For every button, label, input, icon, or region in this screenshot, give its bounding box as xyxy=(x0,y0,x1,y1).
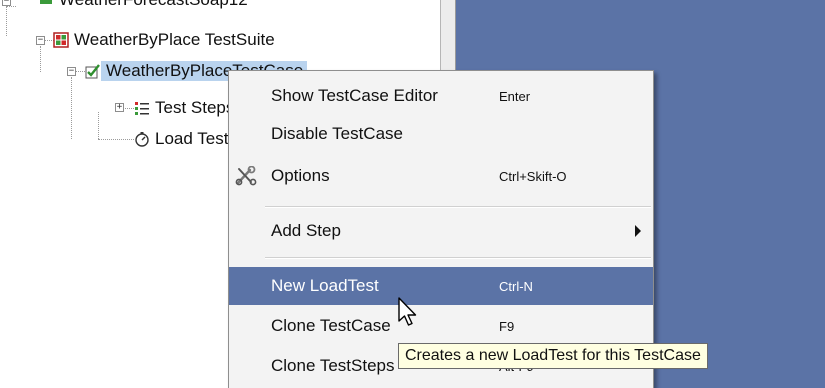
menu-item-show-testcase-editor[interactable]: Show TestCase Editor Enter xyxy=(229,77,653,115)
menu-item-label: Add Step xyxy=(271,221,341,240)
expand-toggle[interactable]: + xyxy=(115,103,124,112)
tree-connector xyxy=(40,46,41,72)
collapse-toggle[interactable]: − xyxy=(67,67,76,76)
menu-item-shortcut: Ctrl+Skift-O xyxy=(499,168,567,184)
scissors-wrench-icon xyxy=(235,165,257,186)
tree-connector xyxy=(98,139,134,140)
screen: − − − + WeatherForecastSoap12 WeatherBy xyxy=(0,0,825,388)
loadtest-icon xyxy=(134,131,150,147)
tree-item-teststeps[interactable]: Test Steps xyxy=(134,96,238,120)
tree-item-interface[interactable]: WeatherForecastSoap12 xyxy=(38,0,252,12)
teststeps-icon xyxy=(134,100,150,116)
menu-item-options[interactable]: Options Ctrl+Skift-O xyxy=(229,157,653,195)
menu-item-shortcut: Enter xyxy=(499,88,531,104)
mouse-cursor-icon xyxy=(398,297,417,326)
menu-separator xyxy=(265,206,651,208)
menu-item-shortcut: F9 xyxy=(499,318,515,334)
menu-item-new-loadtest[interactable]: New LoadTest Ctrl-N xyxy=(229,267,653,305)
testsuite-icon xyxy=(53,32,69,48)
menu-item-shortcut: Ctrl-N xyxy=(499,278,533,294)
interface-icon xyxy=(38,0,54,8)
tree-connector xyxy=(6,6,16,7)
tree-item-testsuite[interactable]: WeatherByPlace TestSuite xyxy=(53,28,279,52)
menu-item-clone-testcase[interactable]: Clone TestCase F9 xyxy=(229,307,653,345)
menu-item-label: Clone TestCase xyxy=(271,316,391,335)
menu-item-label: Options xyxy=(271,166,330,185)
menu-item-label: Show TestCase Editor xyxy=(271,86,438,105)
tooltip: Creates a new LoadTest for this TestCase xyxy=(398,343,708,369)
context-menu: Show TestCase Editor Enter Disable TestC… xyxy=(228,70,654,388)
collapse-toggle[interactable]: − xyxy=(2,0,11,6)
tree-connector xyxy=(71,77,72,139)
menu-item-label: Disable TestCase xyxy=(271,124,403,143)
testcase-icon xyxy=(85,63,101,79)
menu-item-disable-testcase[interactable]: Disable TestCase xyxy=(229,115,653,153)
tree-item-label: Test Steps xyxy=(155,98,235,117)
tree-item-label: WeatherByPlace TestSuite xyxy=(74,30,275,49)
menu-separator xyxy=(265,257,651,259)
submenu-arrow-icon xyxy=(635,225,641,237)
collapse-toggle[interactable]: − xyxy=(36,36,45,45)
menu-item-label: New LoadTest xyxy=(271,276,379,295)
menu-item-add-step[interactable]: Add Step xyxy=(229,212,653,250)
tree-item-label: WeatherForecastSoap12 xyxy=(54,0,252,10)
menu-item-label: Clone TestSteps xyxy=(271,356,395,375)
tree-item-loadtests[interactable]: Load Tests xyxy=(134,127,241,151)
tree-connector xyxy=(98,112,99,139)
